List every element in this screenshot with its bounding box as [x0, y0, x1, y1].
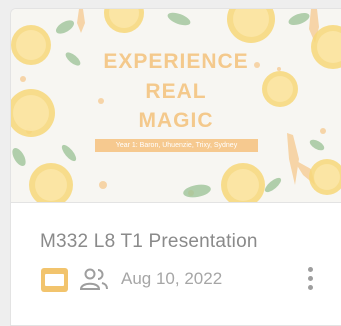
slide-subtitle: Year 1: Baron, Uhuenzie, Trixy, Sydney: [95, 139, 258, 152]
slide-title-line-2: REAL: [145, 80, 207, 103]
file-info: M332 L8 T1 Presentation Aug 10, 2022: [11, 203, 341, 325]
file-title[interactable]: M332 L8 T1 Presentation: [40, 231, 258, 253]
lemon-decoration-graphic: [11, 9, 341, 202]
file-thumbnail[interactable]: EXPERIENCE REAL MAGIC Year 1: Baron, Uhu…: [11, 9, 341, 203]
slides-icon: [41, 268, 68, 292]
slide-title-line-1: EXPERIENCE: [103, 50, 249, 73]
slide-title-line-3: MAGIC: [138, 109, 214, 132]
file-card[interactable]: EXPERIENCE REAL MAGIC Year 1: Baron, Uhu…: [10, 8, 341, 326]
modified-date: Aug 10, 2022: [121, 269, 223, 288]
file-meta-row: Aug 10, 2022: [40, 264, 330, 294]
more-vert-icon-dot: [308, 285, 313, 290]
more-vert-icon-dot: [308, 276, 313, 281]
more-options-button[interactable]: [302, 264, 320, 294]
more-vert-icon: [308, 267, 313, 272]
shared-people-icon: [79, 268, 108, 290]
